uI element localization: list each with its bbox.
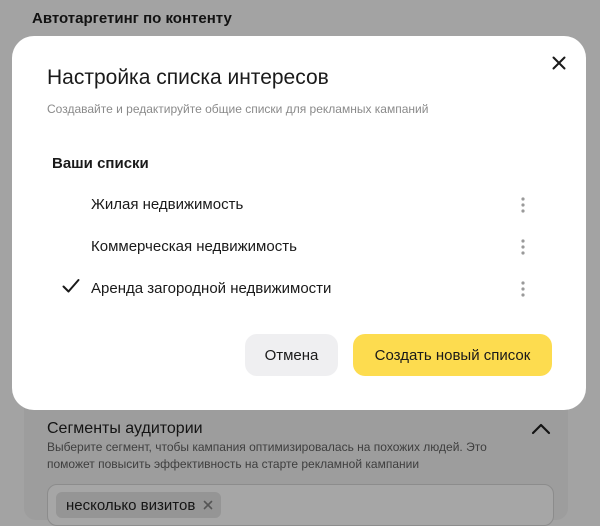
segment-chip[interactable]: несколько визитов [56, 492, 222, 518]
more-vertical-icon[interactable] [520, 280, 526, 298]
chevron-up-icon[interactable] [530, 421, 552, 437]
check-icon [62, 279, 80, 293]
modal-title: Настройка списка интересов [47, 66, 329, 89]
audience-segments-title: Сегменты аудитории [47, 420, 203, 437]
list-item-label: Жилая недвижимость [91, 196, 244, 213]
interest-list-modal: Настройка списка интересов Создавайте и … [12, 36, 586, 410]
create-list-button[interactable]: Создать новый список [353, 334, 552, 376]
more-vertical-icon[interactable] [520, 238, 526, 256]
cancel-button[interactable]: Отмена [245, 334, 338, 376]
list-item-label: Коммерческая недвижимость [91, 238, 297, 255]
segment-chip-label: несколько визитов [66, 496, 196, 514]
list-item-country-rent[interactable]: Аренда загородной недвижимости [52, 268, 542, 310]
close-button[interactable] [549, 53, 569, 73]
audience-segments-description: Выберите сегмент, чтобы кампания оптимиз… [47, 440, 487, 471]
interest-lists: Жилая недвижимость Коммерческая недвижим… [52, 184, 542, 310]
your-lists-title: Ваши списки [52, 155, 149, 172]
content-autotargeting-heading: Автотаргетинг по контенту [32, 10, 232, 27]
close-icon[interactable] [203, 500, 213, 510]
close-icon [552, 56, 566, 70]
list-item-label: Аренда загородной недвижимости [91, 280, 332, 297]
list-item-commercial[interactable]: Коммерческая недвижимость [52, 226, 542, 268]
more-vertical-icon[interactable] [520, 196, 526, 214]
list-item-residential[interactable]: Жилая недвижимость [52, 184, 542, 226]
modal-subtitle: Создавайте и редактируйте общие списки д… [47, 102, 429, 116]
